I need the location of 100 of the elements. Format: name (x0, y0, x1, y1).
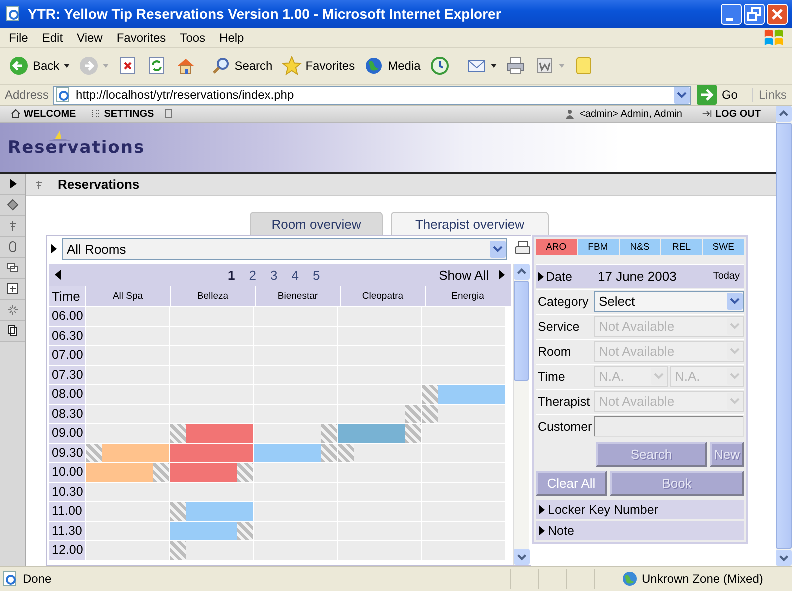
time-slot[interactable] (337, 444, 421, 462)
time-slot[interactable] (421, 366, 505, 384)
show-all-link[interactable]: Show All (439, 268, 489, 282)
page-link[interactable]: 3 (263, 268, 285, 282)
time-slot[interactable] (85, 444, 169, 462)
search-button[interactable]: Search (208, 52, 276, 80)
time-slot[interactable] (253, 444, 337, 462)
time-slot[interactable] (169, 541, 253, 560)
time-slot[interactable] (85, 482, 169, 501)
time-slot[interactable] (169, 522, 253, 540)
customer-field[interactable] (594, 416, 744, 437)
expand-icon (539, 504, 545, 514)
address-field[interactable]: http://localhost/ytr/reservations/index.php (53, 86, 691, 104)
time-slot[interactable] (169, 502, 253, 520)
view-tab[interactable]: Room overview (250, 212, 383, 235)
nav-link[interactable]: WELCOME (6, 108, 82, 120)
time-slot[interactable] (421, 444, 505, 462)
time-slot[interactable] (253, 482, 337, 501)
go-button[interactable]: Go (694, 85, 748, 105)
exit-arrow-icon (702, 109, 712, 119)
time-slot[interactable] (169, 424, 253, 442)
page-link[interactable]: 4 (284, 268, 306, 282)
time-slot[interactable] (85, 463, 169, 482)
sidebar-button[interactable] (0, 279, 25, 300)
window-title: YTR: Yellow Tip Reservations Version 1.00 - Microsoft Internet Explorer (28, 6, 502, 22)
scrollbar[interactable] (513, 264, 529, 565)
nav-link[interactable]: SETTINGS (86, 108, 160, 120)
category-tab[interactable]: ARO (536, 239, 577, 255)
hatched-block (338, 444, 354, 462)
next-icon[interactable] (499, 270, 505, 280)
logout-link[interactable]: LOG OUT (697, 108, 766, 120)
sidebar-button[interactable] (0, 174, 25, 195)
close-button[interactable] (767, 4, 788, 24)
sidebar-button[interactable] (0, 258, 25, 279)
time-slot[interactable] (85, 326, 169, 345)
category-tab[interactable]: SWE (703, 239, 744, 255)
hatched-block (170, 502, 186, 520)
pin-icon (34, 180, 44, 190)
menu-item[interactable]: Favorites (110, 30, 174, 44)
time-label: 07.00 (49, 346, 85, 364)
star-icon (282, 56, 302, 76)
expand-icon[interactable] (538, 272, 544, 282)
restore-button[interactable] (744, 4, 765, 24)
print-icon[interactable] (515, 241, 531, 257)
sidebar-button[interactable] (0, 321, 25, 342)
time-slot[interactable] (253, 404, 337, 423)
time-slot[interactable] (421, 404, 505, 423)
menu-item[interactable]: Help (212, 30, 252, 44)
scrollbar[interactable] (776, 106, 792, 566)
today-link[interactable]: Today (713, 271, 744, 282)
room-select[interactable]: All Rooms (62, 238, 507, 260)
time-label: 09.30 (49, 444, 85, 462)
page-link[interactable]: 5 (306, 268, 328, 282)
time-label: 08.00 (49, 385, 85, 404)
previous-icon[interactable] (55, 270, 61, 280)
booking-block[interactable] (102, 444, 169, 462)
scroll-down-icon (776, 550, 792, 566)
time-label: 11.30 (49, 522, 85, 540)
time-slot[interactable] (85, 366, 169, 384)
expand-icon[interactable] (51, 244, 57, 254)
section-toggle[interactable]: Locker Key Number (536, 500, 744, 519)
select-field[interactable]: Select (594, 291, 744, 312)
time-label: 10.30 (49, 482, 85, 501)
category-tab[interactable]: FBM (578, 239, 619, 255)
time-slot[interactable] (253, 424, 337, 442)
menu-item[interactable]: View (70, 30, 110, 44)
time-slot[interactable] (169, 463, 253, 482)
time-slot[interactable] (169, 404, 253, 423)
back-button[interactable]: Back (6, 52, 73, 80)
favorites-button[interactable]: Favorites (278, 52, 358, 80)
links-label[interactable]: Links (752, 88, 792, 102)
time-slot[interactable] (169, 482, 253, 501)
media-button[interactable]: Media (361, 52, 424, 80)
category-tab[interactable]: REL (661, 239, 702, 255)
view-tab[interactable]: Therapist overview (391, 212, 549, 235)
time-slot[interactable] (253, 522, 337, 540)
booking-block[interactable] (170, 522, 237, 540)
scroll-up-icon (776, 106, 792, 122)
section-toggle[interactable]: Note (536, 521, 744, 540)
url-text: http://localhost/ytr/reservations/index.php (76, 88, 296, 102)
page-icon (3, 571, 19, 587)
time-slot[interactable] (337, 366, 421, 384)
time-slot[interactable] (337, 424, 421, 442)
time-slot[interactable] (85, 522, 169, 540)
document-icon[interactable] (164, 109, 174, 119)
time-slot[interactable] (421, 385, 505, 404)
menu-item[interactable]: Toos (173, 30, 213, 44)
page-link[interactable]: 2 (242, 268, 264, 282)
menu-item[interactable]: File (2, 30, 36, 44)
minimize-button[interactable] (721, 4, 742, 24)
globe-icon (622, 571, 638, 587)
caret-icon (102, 64, 109, 68)
booking-block[interactable] (254, 444, 321, 462)
document-icon (534, 56, 555, 76)
time-slot[interactable] (337, 404, 421, 423)
time-slot[interactable] (85, 404, 169, 423)
page-link[interactable]: 1 (221, 268, 242, 282)
menu-item[interactable]: Edit (35, 30, 70, 44)
category-tab[interactable]: N&S (620, 239, 660, 255)
column-header: Bienestar (255, 286, 340, 306)
